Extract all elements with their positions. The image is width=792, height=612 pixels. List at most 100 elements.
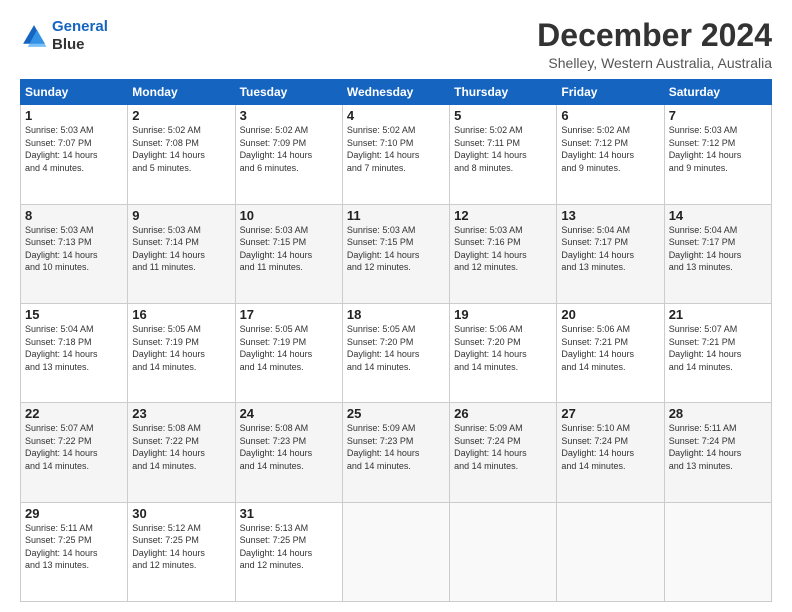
day-info: Sunrise: 5:05 AM Sunset: 7:19 PM Dayligh… bbox=[132, 323, 230, 373]
day-number: 26 bbox=[454, 406, 552, 421]
calendar-cell: 16Sunrise: 5:05 AM Sunset: 7:19 PM Dayli… bbox=[128, 303, 235, 402]
day-number: 15 bbox=[25, 307, 123, 322]
header-tuesday: Tuesday bbox=[235, 80, 342, 105]
header-monday: Monday bbox=[128, 80, 235, 105]
calendar-cell: 17Sunrise: 5:05 AM Sunset: 7:19 PM Dayli… bbox=[235, 303, 342, 402]
calendar-cell: 19Sunrise: 5:06 AM Sunset: 7:20 PM Dayli… bbox=[450, 303, 557, 402]
calendar-cell bbox=[450, 502, 557, 601]
header-saturday: Saturday bbox=[664, 80, 771, 105]
day-number: 11 bbox=[347, 208, 445, 223]
calendar-cell: 2Sunrise: 5:02 AM Sunset: 7:08 PM Daylig… bbox=[128, 105, 235, 204]
day-number: 21 bbox=[669, 307, 767, 322]
calendar-cell: 30Sunrise: 5:12 AM Sunset: 7:25 PM Dayli… bbox=[128, 502, 235, 601]
day-number: 22 bbox=[25, 406, 123, 421]
calendar-cell: 24Sunrise: 5:08 AM Sunset: 7:23 PM Dayli… bbox=[235, 403, 342, 502]
day-info: Sunrise: 5:04 AM Sunset: 7:17 PM Dayligh… bbox=[669, 224, 767, 274]
day-info: Sunrise: 5:07 AM Sunset: 7:21 PM Dayligh… bbox=[669, 323, 767, 373]
day-number: 27 bbox=[561, 406, 659, 421]
calendar-cell: 20Sunrise: 5:06 AM Sunset: 7:21 PM Dayli… bbox=[557, 303, 664, 402]
day-info: Sunrise: 5:09 AM Sunset: 7:23 PM Dayligh… bbox=[347, 422, 445, 472]
calendar-cell: 29Sunrise: 5:11 AM Sunset: 7:25 PM Dayli… bbox=[21, 502, 128, 601]
day-number: 31 bbox=[240, 506, 338, 521]
day-number: 9 bbox=[132, 208, 230, 223]
day-info: Sunrise: 5:08 AM Sunset: 7:22 PM Dayligh… bbox=[132, 422, 230, 472]
day-number: 8 bbox=[25, 208, 123, 223]
calendar-cell: 8Sunrise: 5:03 AM Sunset: 7:13 PM Daylig… bbox=[21, 204, 128, 303]
day-number: 2 bbox=[132, 108, 230, 123]
calendar-cell: 1Sunrise: 5:03 AM Sunset: 7:07 PM Daylig… bbox=[21, 105, 128, 204]
day-info: Sunrise: 5:05 AM Sunset: 7:19 PM Dayligh… bbox=[240, 323, 338, 373]
calendar-cell: 15Sunrise: 5:04 AM Sunset: 7:18 PM Dayli… bbox=[21, 303, 128, 402]
calendar-cell: 13Sunrise: 5:04 AM Sunset: 7:17 PM Dayli… bbox=[557, 204, 664, 303]
day-info: Sunrise: 5:09 AM Sunset: 7:24 PM Dayligh… bbox=[454, 422, 552, 472]
calendar-body: 1Sunrise: 5:03 AM Sunset: 7:07 PM Daylig… bbox=[21, 105, 772, 602]
day-number: 4 bbox=[347, 108, 445, 123]
week-row-5: 29Sunrise: 5:11 AM Sunset: 7:25 PM Dayli… bbox=[21, 502, 772, 601]
week-row-4: 22Sunrise: 5:07 AM Sunset: 7:22 PM Dayli… bbox=[21, 403, 772, 502]
day-info: Sunrise: 5:12 AM Sunset: 7:25 PM Dayligh… bbox=[132, 522, 230, 572]
day-info: Sunrise: 5:03 AM Sunset: 7:15 PM Dayligh… bbox=[347, 224, 445, 274]
calendar-cell: 23Sunrise: 5:08 AM Sunset: 7:22 PM Dayli… bbox=[128, 403, 235, 502]
calendar-cell: 9Sunrise: 5:03 AM Sunset: 7:14 PM Daylig… bbox=[128, 204, 235, 303]
day-number: 5 bbox=[454, 108, 552, 123]
page: General Blue December 2024 Shelley, West… bbox=[0, 0, 792, 612]
logo-icon bbox=[20, 22, 48, 50]
calendar-cell: 11Sunrise: 5:03 AM Sunset: 7:15 PM Dayli… bbox=[342, 204, 449, 303]
calendar-cell: 25Sunrise: 5:09 AM Sunset: 7:23 PM Dayli… bbox=[342, 403, 449, 502]
calendar-cell: 7Sunrise: 5:03 AM Sunset: 7:12 PM Daylig… bbox=[664, 105, 771, 204]
day-number: 30 bbox=[132, 506, 230, 521]
calendar-cell: 22Sunrise: 5:07 AM Sunset: 7:22 PM Dayli… bbox=[21, 403, 128, 502]
day-number: 13 bbox=[561, 208, 659, 223]
calendar-cell bbox=[664, 502, 771, 601]
day-info: Sunrise: 5:03 AM Sunset: 7:13 PM Dayligh… bbox=[25, 224, 123, 274]
calendar-cell: 31Sunrise: 5:13 AM Sunset: 7:25 PM Dayli… bbox=[235, 502, 342, 601]
day-number: 25 bbox=[347, 406, 445, 421]
calendar-cell bbox=[557, 502, 664, 601]
header-wednesday: Wednesday bbox=[342, 80, 449, 105]
calendar-cell: 6Sunrise: 5:02 AM Sunset: 7:12 PM Daylig… bbox=[557, 105, 664, 204]
day-number: 12 bbox=[454, 208, 552, 223]
day-info: Sunrise: 5:02 AM Sunset: 7:09 PM Dayligh… bbox=[240, 124, 338, 174]
day-info: Sunrise: 5:10 AM Sunset: 7:24 PM Dayligh… bbox=[561, 422, 659, 472]
calendar-cell: 26Sunrise: 5:09 AM Sunset: 7:24 PM Dayli… bbox=[450, 403, 557, 502]
day-info: Sunrise: 5:07 AM Sunset: 7:22 PM Dayligh… bbox=[25, 422, 123, 472]
day-number: 16 bbox=[132, 307, 230, 322]
day-number: 3 bbox=[240, 108, 338, 123]
day-number: 24 bbox=[240, 406, 338, 421]
day-info: Sunrise: 5:02 AM Sunset: 7:08 PM Dayligh… bbox=[132, 124, 230, 174]
header-row: Sunday Monday Tuesday Wednesday Thursday… bbox=[21, 80, 772, 105]
day-info: Sunrise: 5:05 AM Sunset: 7:20 PM Dayligh… bbox=[347, 323, 445, 373]
day-number: 20 bbox=[561, 307, 659, 322]
week-row-1: 1Sunrise: 5:03 AM Sunset: 7:07 PM Daylig… bbox=[21, 105, 772, 204]
day-number: 19 bbox=[454, 307, 552, 322]
day-number: 10 bbox=[240, 208, 338, 223]
day-info: Sunrise: 5:11 AM Sunset: 7:25 PM Dayligh… bbox=[25, 522, 123, 572]
calendar-cell: 28Sunrise: 5:11 AM Sunset: 7:24 PM Dayli… bbox=[664, 403, 771, 502]
logo: General Blue bbox=[20, 18, 108, 54]
header-sunday: Sunday bbox=[21, 80, 128, 105]
day-number: 7 bbox=[669, 108, 767, 123]
day-info: Sunrise: 5:08 AM Sunset: 7:23 PM Dayligh… bbox=[240, 422, 338, 472]
day-info: Sunrise: 5:02 AM Sunset: 7:11 PM Dayligh… bbox=[454, 124, 552, 174]
day-info: Sunrise: 5:06 AM Sunset: 7:21 PM Dayligh… bbox=[561, 323, 659, 373]
calendar-cell: 10Sunrise: 5:03 AM Sunset: 7:15 PM Dayli… bbox=[235, 204, 342, 303]
day-info: Sunrise: 5:03 AM Sunset: 7:16 PM Dayligh… bbox=[454, 224, 552, 274]
calendar-cell: 14Sunrise: 5:04 AM Sunset: 7:17 PM Dayli… bbox=[664, 204, 771, 303]
day-info: Sunrise: 5:03 AM Sunset: 7:15 PM Dayligh… bbox=[240, 224, 338, 274]
day-info: Sunrise: 5:03 AM Sunset: 7:12 PM Dayligh… bbox=[669, 124, 767, 174]
title-block: December 2024 Shelley, Western Australia… bbox=[537, 18, 772, 71]
calendar-cell bbox=[342, 502, 449, 601]
day-info: Sunrise: 5:06 AM Sunset: 7:20 PM Dayligh… bbox=[454, 323, 552, 373]
day-info: Sunrise: 5:03 AM Sunset: 7:14 PM Dayligh… bbox=[132, 224, 230, 274]
calendar-cell: 5Sunrise: 5:02 AM Sunset: 7:11 PM Daylig… bbox=[450, 105, 557, 204]
header-friday: Friday bbox=[557, 80, 664, 105]
day-number: 28 bbox=[669, 406, 767, 421]
day-number: 1 bbox=[25, 108, 123, 123]
day-info: Sunrise: 5:04 AM Sunset: 7:18 PM Dayligh… bbox=[25, 323, 123, 373]
calendar-cell: 3Sunrise: 5:02 AM Sunset: 7:09 PM Daylig… bbox=[235, 105, 342, 204]
day-number: 14 bbox=[669, 208, 767, 223]
day-info: Sunrise: 5:04 AM Sunset: 7:17 PM Dayligh… bbox=[561, 224, 659, 274]
day-number: 17 bbox=[240, 307, 338, 322]
header-thursday: Thursday bbox=[450, 80, 557, 105]
calendar-cell: 21Sunrise: 5:07 AM Sunset: 7:21 PM Dayli… bbox=[664, 303, 771, 402]
